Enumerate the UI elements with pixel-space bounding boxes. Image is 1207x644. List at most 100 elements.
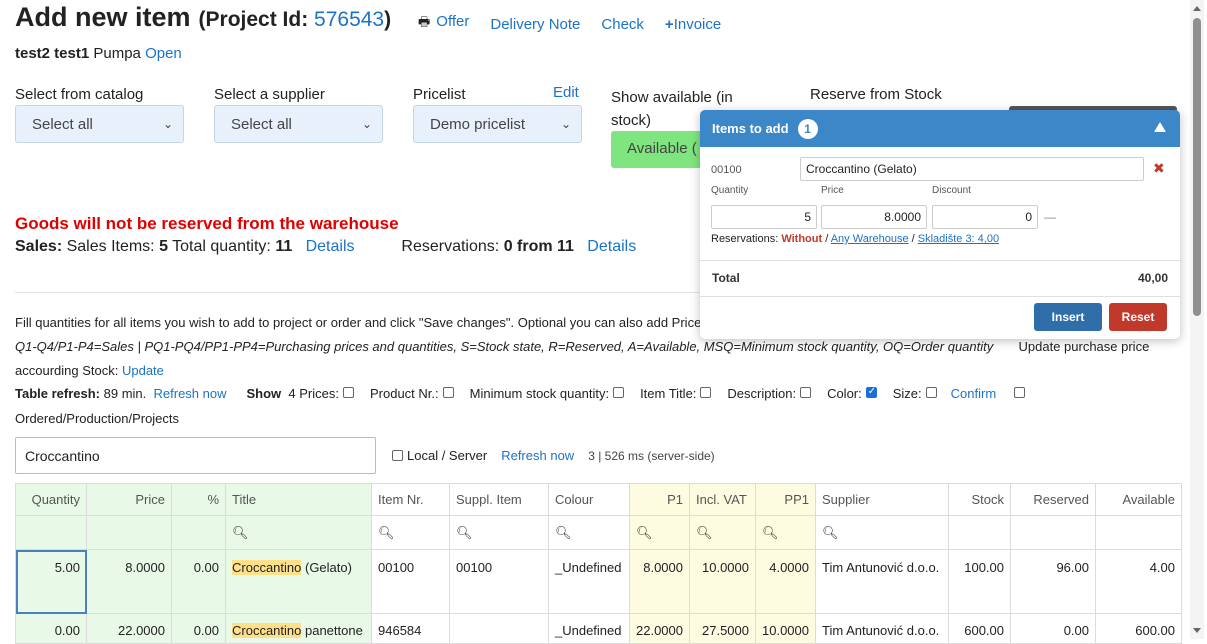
project-id-suffix: )	[384, 8, 392, 31]
incl-vat-cell: 10.0000	[689, 549, 756, 614]
item-name-field[interactable]: Croccantino (Gelato)	[800, 157, 1144, 181]
reservation-store-link[interactable]: Skladište 3: 4,00	[918, 233, 999, 245]
col-stock[interactable]: Stock	[948, 483, 1011, 516]
offer-link[interactable]: 🖶 Offer	[418, 13, 469, 35]
sales-details-link[interactable]: Details	[306, 238, 355, 255]
col-suppl-item[interactable]: Suppl. Item	[449, 483, 549, 516]
sales-label: Sales:	[15, 238, 63, 255]
reset-button[interactable]: Reset	[1109, 303, 1167, 331]
pricelist-select[interactable]: Demo pricelist ⌄	[413, 105, 582, 143]
plus-icon: +	[664, 15, 674, 33]
page-scrollbar[interactable]	[1190, 0, 1204, 639]
legend-text: Q1-Q4/P1-P4=Sales | PQ1-PQ4/PP1-PP4=Purc…	[15, 339, 994, 354]
update-link[interactable]: Update	[122, 363, 164, 378]
refresh-now-link[interactable]: Refresh now	[154, 386, 227, 401]
project-id-value[interactable]: 576543	[314, 8, 384, 31]
percent-cell[interactable]: 0.00	[171, 549, 226, 614]
item-code: 00100	[711, 164, 742, 176]
quantity-cell[interactable]: 5.00	[15, 549, 87, 614]
invoice-link[interactable]: +Invoice	[665, 16, 721, 33]
scroll-up-icon[interactable]	[1193, 6, 1201, 11]
popup-discount-input[interactable]: 0	[932, 205, 1038, 229]
col-item-nr[interactable]: Item Nr.	[371, 483, 450, 516]
size-checkbox[interactable]	[925, 387, 937, 398]
filter-cell	[1010, 515, 1096, 550]
items-to-add-panel: Items to add 1 00100 Croccantino (Gelato…	[700, 110, 1180, 339]
reservations-details-link[interactable]: Details	[587, 238, 636, 255]
col-incl-vat[interactable]: Incl. VAT	[689, 483, 756, 516]
product-nr-checkbox[interactable]	[442, 387, 454, 398]
local-server-label: Local / Server	[407, 448, 488, 463]
four-prices-checkbox[interactable]	[342, 387, 354, 398]
col-colour[interactable]: Colour	[548, 483, 630, 516]
search-icon: 🔍︎	[636, 524, 653, 540]
available-button[interactable]: Available (	[611, 131, 711, 168]
page-title: Add new item (Project Id: 576543)	[15, 2, 391, 33]
ordered-production-checkbox[interactable]	[1014, 387, 1026, 398]
col-available[interactable]: Available	[1095, 483, 1182, 516]
search-icon: 🔍︎	[378, 524, 395, 540]
col-reserved[interactable]: Reserved	[1010, 483, 1096, 516]
invoice-link-label[interactable]: Invoice	[674, 16, 722, 33]
pricelist-edit-link[interactable]: Edit	[553, 84, 579, 101]
price-cell[interactable]: 8.0000	[86, 549, 172, 614]
filter-incl-vat[interactable]: 🔍︎	[689, 515, 756, 550]
pp1-cell: 10.0000	[755, 613, 816, 644]
table-header-row: Quantity Price % Title Item Nr. Suppl. I…	[15, 483, 1182, 516]
reservation-any-warehouse-link[interactable]: Any Warehouse	[831, 233, 909, 245]
popup-price-input[interactable]: 8.0000	[821, 205, 927, 229]
col-supplier[interactable]: Supplier	[815, 483, 949, 516]
check-link[interactable]: Check	[601, 16, 644, 33]
items-to-add-header[interactable]: Items to add 1	[700, 110, 1180, 147]
pp1-cell: 4.0000	[755, 549, 816, 614]
insert-button[interactable]: Insert	[1034, 303, 1102, 331]
filter-colour[interactable]: 🔍︎	[548, 515, 630, 550]
reservation-without[interactable]: Without	[781, 233, 822, 245]
confirm-link[interactable]: Confirm	[951, 386, 997, 401]
popup-quantity-input[interactable]: 5	[711, 205, 817, 229]
product-search-value: Croccantino	[25, 447, 100, 464]
table-row[interactable]: 5.00 8.0000 0.00 Croccantino (Gelato) 00…	[15, 549, 1182, 614]
min-stock-checkbox[interactable]	[613, 387, 625, 398]
local-server-checkbox[interactable]	[392, 450, 403, 462]
status-open-link[interactable]: Open	[145, 45, 182, 62]
search-refresh-now-link[interactable]: Refresh now	[501, 448, 574, 463]
delivery-note-link[interactable]: Delivery Note	[490, 16, 580, 33]
col-percent[interactable]: %	[171, 483, 226, 516]
p1-cell: 8.0000	[629, 549, 690, 614]
title-rest: (Gelato)	[301, 560, 352, 575]
collapse-icon[interactable]	[1154, 122, 1166, 132]
product-search-input[interactable]: Croccantino	[15, 437, 376, 474]
col-pp1[interactable]: PP1	[755, 483, 816, 516]
table-row[interactable]: 0.00 22.0000 0.00 Croccantino panettone …	[15, 613, 1182, 644]
incl-vat-cell: 27.5000	[689, 613, 756, 644]
col-p1[interactable]: P1	[629, 483, 690, 516]
filter-item-nr[interactable]: 🔍︎	[371, 515, 450, 550]
col-price[interactable]: Price	[86, 483, 172, 516]
catalog-select[interactable]: Select all ⌄	[15, 105, 184, 143]
offer-link-label[interactable]: Offer	[436, 13, 469, 30]
scroll-thumb[interactable]	[1193, 18, 1201, 316]
title-rest: panettone	[301, 623, 363, 638]
description-checkbox[interactable]	[800, 387, 812, 398]
filter-suppl-item[interactable]: 🔍︎	[449, 515, 549, 550]
filter-cell	[948, 515, 1011, 550]
supplier-select[interactable]: Select all ⌄	[214, 105, 383, 143]
filter-p1[interactable]: 🔍︎	[629, 515, 690, 550]
color-checkbox[interactable]	[865, 386, 877, 398]
percent-cell[interactable]: 0.00	[171, 613, 226, 644]
filter-supplier[interactable]: 🔍︎	[815, 515, 949, 550]
show-available-label-1: Show available (in	[611, 89, 733, 106]
supplier-filter: Select a supplier Select all ⌄	[214, 86, 383, 143]
scroll-down-icon[interactable]	[1193, 628, 1201, 633]
filter-title[interactable]: 🔍︎	[225, 515, 372, 550]
remove-item-icon[interactable]: ✖	[1153, 160, 1165, 177]
local-server-option[interactable]: Local / Server	[392, 448, 487, 463]
col-quantity[interactable]: Quantity	[15, 483, 87, 516]
price-cell[interactable]: 22.0000	[86, 613, 172, 644]
quantity-cell[interactable]: 0.00	[15, 613, 87, 644]
divider	[700, 296, 1180, 297]
filter-pp1[interactable]: 🔍︎	[755, 515, 816, 550]
item-title-checkbox[interactable]	[700, 387, 712, 398]
col-title[interactable]: Title	[225, 483, 372, 516]
